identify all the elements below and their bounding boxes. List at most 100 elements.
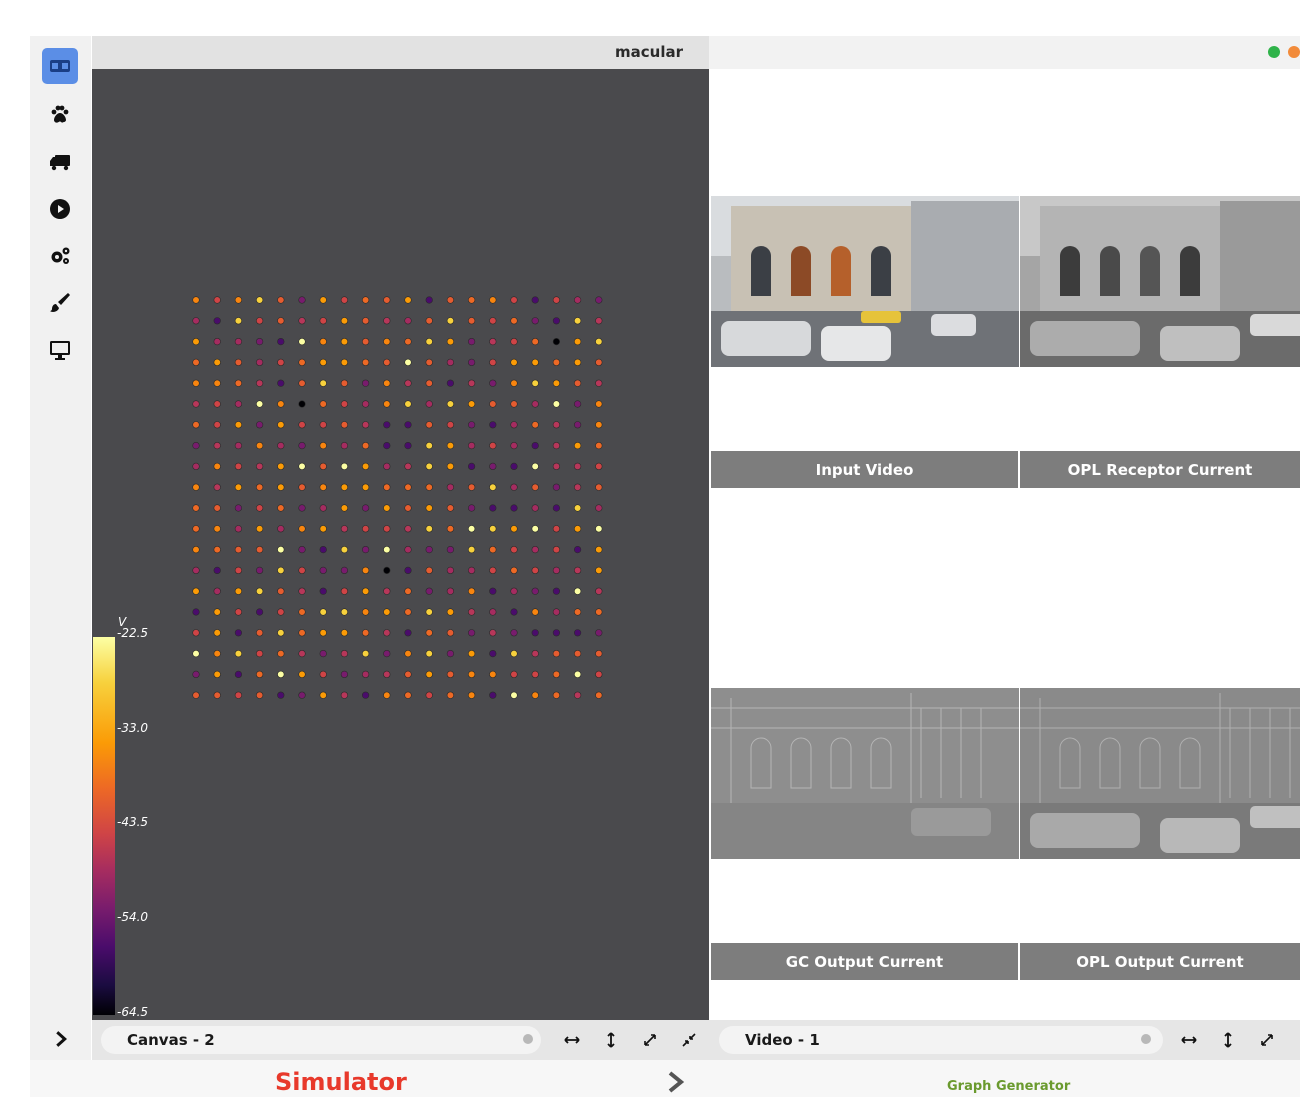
grid-cell[interactable] bbox=[446, 317, 455, 325]
grid-cell[interactable] bbox=[298, 587, 306, 595]
grid-cell[interactable] bbox=[574, 400, 582, 408]
grid-cell[interactable] bbox=[446, 608, 455, 616]
grid-cell[interactable] bbox=[319, 546, 327, 554]
grid-cell[interactable] bbox=[362, 608, 370, 616]
grid-cell[interactable] bbox=[192, 358, 200, 367]
grid-cell[interactable] bbox=[552, 587, 561, 595]
grid-cell[interactable] bbox=[468, 504, 476, 512]
grid-cell[interactable] bbox=[362, 587, 370, 595]
grid-cell[interactable] bbox=[510, 400, 518, 408]
grid-cell[interactable] bbox=[404, 629, 412, 637]
grid-cell[interactable] bbox=[510, 546, 518, 554]
grid-cell[interactable] bbox=[383, 358, 391, 367]
grid-cell[interactable] bbox=[531, 504, 539, 512]
grid-cell[interactable] bbox=[574, 525, 582, 533]
grid-cell[interactable] bbox=[552, 421, 561, 429]
grid-cell[interactable] bbox=[489, 649, 497, 658]
grid-cell[interactable] bbox=[256, 296, 264, 304]
grid-cell[interactable] bbox=[319, 525, 327, 533]
grid-cell[interactable] bbox=[468, 317, 476, 325]
grid-cell[interactable] bbox=[213, 649, 221, 658]
grid-cell[interactable] bbox=[552, 546, 561, 554]
grid-cell[interactable] bbox=[489, 421, 497, 429]
grid-cell[interactable] bbox=[531, 587, 539, 595]
grid-cell[interactable] bbox=[256, 462, 264, 471]
grid-cell[interactable] bbox=[277, 691, 285, 699]
grid-cell[interactable] bbox=[362, 546, 370, 554]
grid-cell[interactable] bbox=[404, 358, 412, 367]
grid-cell[interactable] bbox=[595, 379, 603, 387]
grid-cell[interactable] bbox=[404, 670, 412, 679]
grid-cell[interactable] bbox=[383, 587, 391, 595]
grid-cell[interactable] bbox=[595, 587, 603, 595]
grid-cell[interactable] bbox=[425, 691, 433, 699]
grid-cell[interactable] bbox=[425, 483, 433, 491]
grid-cell[interactable] bbox=[340, 338, 348, 346]
grid-cell[interactable] bbox=[531, 379, 539, 387]
grid-cell[interactable] bbox=[404, 421, 412, 429]
grid-cell[interactable] bbox=[595, 400, 603, 408]
grid-cell[interactable] bbox=[192, 587, 200, 595]
truck-icon[interactable] bbox=[44, 146, 76, 178]
grid-cell[interactable] bbox=[383, 546, 391, 554]
grid-cell[interactable] bbox=[256, 587, 264, 595]
grid-cell[interactable] bbox=[510, 317, 518, 325]
grid-cell[interactable] bbox=[340, 608, 348, 616]
grid-cell[interactable] bbox=[510, 358, 518, 367]
grid-cell[interactable] bbox=[234, 442, 242, 450]
grid-cell[interactable] bbox=[234, 608, 242, 616]
grid-cell[interactable] bbox=[298, 421, 306, 429]
grid-cell[interactable] bbox=[213, 379, 221, 387]
grid-cell[interactable] bbox=[213, 462, 221, 471]
grid-cell[interactable] bbox=[340, 358, 348, 367]
grid-cell[interactable] bbox=[234, 317, 242, 325]
grid-cell[interactable] bbox=[298, 462, 306, 471]
grid-cell[interactable] bbox=[552, 608, 561, 616]
grid-cell[interactable] bbox=[340, 379, 348, 387]
grid-cell[interactable] bbox=[362, 462, 370, 471]
maximize-icon[interactable] bbox=[640, 1030, 660, 1050]
grid-cell[interactable] bbox=[446, 338, 455, 346]
grid-cell[interactable] bbox=[362, 442, 370, 450]
grid-cell[interactable] bbox=[340, 400, 348, 408]
grid-cell[interactable] bbox=[340, 483, 348, 491]
grid-cell[interactable] bbox=[489, 504, 497, 512]
grid-cell[interactable] bbox=[213, 317, 221, 325]
grid-cell[interactable] bbox=[213, 421, 221, 429]
grid-cell[interactable] bbox=[319, 296, 327, 304]
grid-cell[interactable] bbox=[446, 358, 455, 367]
grid-cell[interactable] bbox=[531, 421, 539, 429]
grid-cell[interactable] bbox=[531, 358, 539, 367]
grid-cell[interactable] bbox=[446, 483, 455, 491]
grid-cell[interactable] bbox=[298, 525, 306, 533]
grid-cell[interactable] bbox=[489, 317, 497, 325]
grid-cell[interactable] bbox=[468, 400, 476, 408]
grid-cell[interactable] bbox=[404, 462, 412, 471]
grid-cell[interactable] bbox=[319, 421, 327, 429]
grid-cell[interactable] bbox=[446, 566, 455, 575]
grid-cell[interactable] bbox=[595, 317, 603, 325]
grid-cell[interactable] bbox=[574, 649, 582, 658]
grid-cell[interactable] bbox=[277, 421, 285, 429]
grid-cell[interactable] bbox=[552, 504, 561, 512]
grid-cell[interactable] bbox=[234, 358, 242, 367]
grid-cell[interactable] bbox=[362, 566, 370, 575]
grid-cell[interactable] bbox=[383, 629, 391, 637]
grid-cell[interactable] bbox=[446, 296, 455, 304]
grid-cell[interactable] bbox=[446, 504, 455, 512]
grid-cell[interactable] bbox=[213, 525, 221, 533]
grid-cell[interactable] bbox=[362, 400, 370, 408]
grid-cell[interactable] bbox=[213, 670, 221, 679]
grid-cell[interactable] bbox=[340, 317, 348, 325]
grid-cell[interactable] bbox=[192, 421, 200, 429]
grid-cell[interactable] bbox=[298, 691, 306, 699]
grid-cell[interactable] bbox=[489, 400, 497, 408]
grid-cell[interactable] bbox=[404, 649, 412, 658]
sidebar-expand-button[interactable] bbox=[30, 1018, 91, 1060]
grid-cell[interactable] bbox=[446, 670, 455, 679]
grid-cell[interactable] bbox=[383, 691, 391, 699]
grid-cell[interactable] bbox=[256, 525, 264, 533]
grid-cell[interactable] bbox=[531, 566, 539, 575]
grid-cell[interactable] bbox=[192, 566, 200, 575]
grid-cell[interactable] bbox=[192, 691, 200, 699]
